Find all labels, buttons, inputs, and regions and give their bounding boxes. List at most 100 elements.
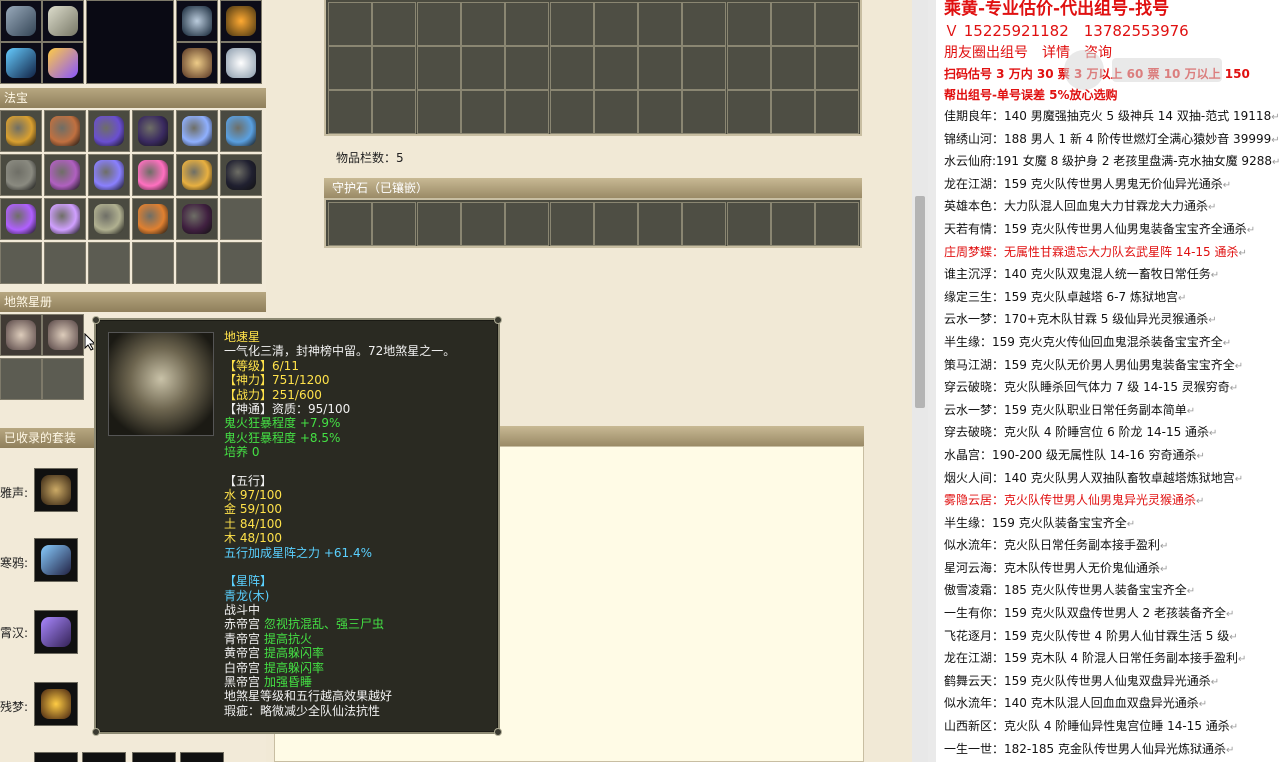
scrollbar-thumb[interactable] [915,196,925,408]
fabao-slot[interactable] [88,154,130,196]
fabao-slot[interactable] [220,154,262,196]
fabao-slot[interactable] [44,198,86,240]
equip-slot[interactable] [42,0,84,42]
bag-slot[interactable] [815,46,860,90]
bag-slot[interactable] [460,46,505,90]
bag-slot[interactable] [416,46,461,90]
bag-slot[interactable] [416,90,461,134]
bag-slot[interactable] [328,46,372,90]
fabao-slot[interactable] [0,242,42,284]
bag-slot[interactable] [771,90,815,134]
fabao-slot[interactable] [220,110,262,152]
equip-slot[interactable] [220,0,262,42]
bag-slot[interactable] [372,90,417,134]
guardian-slot[interactable] [372,202,417,246]
paragraph-mark: ↵ [1237,654,1247,666]
guardian-slot[interactable] [726,202,771,246]
fabao-slot[interactable] [176,242,218,284]
equip-slot[interactable] [176,42,218,84]
fabao-slot[interactable] [176,154,218,196]
equip-slot[interactable] [220,42,262,84]
equip-slot[interactable] [42,42,84,84]
bag-slot[interactable] [593,2,638,46]
fabao-slot[interactable] [88,198,130,240]
guardian-slot[interactable] [416,202,461,246]
bag-slot[interactable] [638,90,683,134]
disha-slot[interactable] [42,358,84,400]
suit-item[interactable] [82,752,126,762]
bag-slot[interactable] [505,46,550,90]
bag-slot[interactable] [372,2,417,46]
bag-slot[interactable] [505,90,550,134]
fabao-slot[interactable] [132,242,174,284]
guardian-slot[interactable] [771,202,815,246]
fabao-slot[interactable] [176,110,218,152]
bag-slot[interactable] [682,90,727,134]
bag-slot[interactable] [682,46,727,90]
bag-slot[interactable] [726,90,771,134]
fabao-slot[interactable] [0,198,42,240]
suit-item[interactable] [34,682,78,726]
palace-effect: 提高躲闪率 [264,646,325,661]
disha-slot[interactable] [42,314,84,356]
guardian-slot[interactable] [505,202,550,246]
equip-slot[interactable] [0,42,42,84]
bag-slot[interactable] [416,2,461,46]
tooltip-corner [494,728,502,736]
bag-slot[interactable] [549,2,594,46]
guardian-slot[interactable] [815,202,860,246]
suit-item[interactable] [34,468,78,512]
guardian-slot[interactable] [638,202,683,246]
fabao-slot[interactable] [132,198,174,240]
bag-slot[interactable] [726,2,771,46]
fabao-slot[interactable] [176,198,218,240]
boots-icon [48,48,78,78]
bag-slot[interactable] [682,2,727,46]
bag-slot[interactable] [638,46,683,90]
fabao-slot[interactable] [88,110,130,152]
fabao-slot[interactable] [44,154,86,196]
bag-slot[interactable] [638,2,683,46]
bag-slot[interactable] [328,90,372,134]
bag-slot[interactable] [372,46,417,90]
bag-slot[interactable] [815,90,860,134]
suit-item[interactable] [180,752,224,762]
bag-slot[interactable] [771,46,815,90]
paragraph-mark: ↵ [1198,699,1208,711]
suit-item[interactable] [34,610,78,654]
suit-item[interactable] [34,752,78,762]
bag-slot[interactable] [505,2,550,46]
fabao-slot[interactable] [220,198,262,240]
disha-slot[interactable] [0,314,42,356]
palace-name: 赤帝宫 [224,617,261,632]
suit-item[interactable] [132,752,176,762]
disha-slot[interactable] [0,358,42,400]
fabao-slot[interactable] [88,242,130,284]
bag-slot[interactable] [815,2,860,46]
equip-slot[interactable] [0,0,42,42]
bag-slot[interactable] [549,90,594,134]
fabao-slot[interactable] [0,110,42,152]
guardian-slot[interactable] [682,202,727,246]
bag-slot[interactable] [549,46,594,90]
suit-item[interactable] [34,538,78,582]
bag-slot[interactable] [726,46,771,90]
bag-slot[interactable] [593,90,638,134]
bag-slot[interactable] [328,2,372,46]
fabao-slot[interactable] [0,154,42,196]
fabao-slot[interactable] [220,242,262,284]
bag-slot[interactable] [460,2,505,46]
bag-slot[interactable] [593,46,638,90]
vertical-scrollbar[interactable] [912,0,928,762]
guardian-slot[interactable] [549,202,594,246]
fabao-slot[interactable] [132,110,174,152]
fabao-slot[interactable] [132,154,174,196]
guardian-slot[interactable] [328,202,372,246]
equip-slot[interactable] [176,0,218,42]
fabao-slot[interactable] [44,242,86,284]
fabao-slot[interactable] [44,110,86,152]
bag-slot[interactable] [771,2,815,46]
guardian-slot[interactable] [460,202,505,246]
guardian-slot[interactable] [593,202,638,246]
bag-slot[interactable] [460,90,505,134]
